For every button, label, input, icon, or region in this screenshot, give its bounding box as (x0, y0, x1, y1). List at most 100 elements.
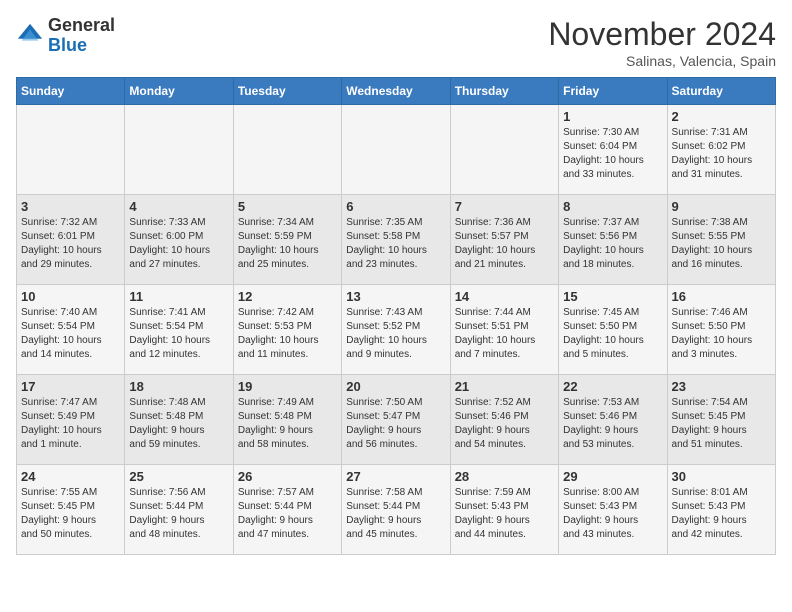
day-info: Sunrise: 7:49 AM Sunset: 5:48 PM Dayligh… (238, 396, 337, 452)
week-row-2: 3 Sunrise: 7:32 AM Sunset: 6:01 PM Daylig… (17, 195, 776, 285)
day-cell: 21Sunrise: 7:52 AM Sunset: 5:46 PM Dayli… (450, 375, 558, 465)
day-cell (125, 105, 233, 195)
day-cell: 3 Sunrise: 7:32 AM Sunset: 6:01 PM Daylig… (17, 195, 125, 285)
day-number: 25 (129, 469, 228, 484)
day-cell: 7 Sunrise: 7:36 AM Sunset: 5:57 PM Daylig… (450, 195, 558, 285)
day-cell: 5 Sunrise: 7:34 AM Sunset: 5:59 PM Daylig… (233, 195, 341, 285)
day-number: 6 (346, 199, 445, 214)
day-number: 11 (129, 289, 228, 304)
calendar-header: SundayMondayTuesdayWednesdayThursdayFrid… (17, 78, 776, 105)
header-cell-tuesday: Tuesday (233, 78, 341, 105)
day-number: 22 (563, 379, 662, 394)
day-number: 13 (346, 289, 445, 304)
week-row-5: 24Sunrise: 7:55 AM Sunset: 5:45 PM Dayli… (17, 465, 776, 555)
day-info: Sunrise: 7:47 AM Sunset: 5:49 PM Dayligh… (21, 396, 120, 452)
day-info: Sunrise: 7:38 AM Sunset: 5:55 PM Dayligh… (672, 216, 771, 272)
header-row: SundayMondayTuesdayWednesdayThursdayFrid… (17, 78, 776, 105)
day-number: 14 (455, 289, 554, 304)
header-cell-friday: Friday (559, 78, 667, 105)
header-cell-thursday: Thursday (450, 78, 558, 105)
day-number: 10 (21, 289, 120, 304)
title-block: November 2024 Salinas, Valencia, Spain (548, 16, 776, 69)
location-subtitle: Salinas, Valencia, Spain (548, 53, 776, 69)
day-number: 29 (563, 469, 662, 484)
day-info: Sunrise: 7:40 AM Sunset: 5:54 PM Dayligh… (21, 306, 120, 362)
header-cell-saturday: Saturday (667, 78, 775, 105)
day-cell: 6Sunrise: 7:35 AM Sunset: 5:58 PM Daylig… (342, 195, 450, 285)
day-cell: 15 Sunrise: 7:45 AM Sunset: 5:50 PM Dayli… (559, 285, 667, 375)
day-info: Sunrise: 7:42 AM Sunset: 5:53 PM Dayligh… (238, 306, 337, 362)
day-cell: 29Sunrise: 8:00 AM Sunset: 5:43 PM Dayli… (559, 465, 667, 555)
day-cell: 30Sunrise: 8:01 AM Sunset: 5:43 PM Dayli… (667, 465, 775, 555)
day-number: 28 (455, 469, 554, 484)
day-cell: 24Sunrise: 7:55 AM Sunset: 5:45 PM Dayli… (17, 465, 125, 555)
day-cell (342, 105, 450, 195)
day-number: 2 (672, 109, 771, 124)
logo-blue-text: Blue (48, 35, 87, 55)
day-info: Sunrise: 7:36 AM Sunset: 5:57 PM Dayligh… (455, 216, 554, 272)
calendar-body: 1Sunrise: 7:30 AM Sunset: 6:04 PM Daylig… (17, 105, 776, 555)
day-cell: 10 Sunrise: 7:40 AM Sunset: 5:54 PM Dayli… (17, 285, 125, 375)
header-cell-monday: Monday (125, 78, 233, 105)
day-cell: 12 Sunrise: 7:42 AM Sunset: 5:53 PM Dayli… (233, 285, 341, 375)
day-cell (450, 105, 558, 195)
day-cell (233, 105, 341, 195)
day-info: Sunrise: 7:46 AM Sunset: 5:50 PM Dayligh… (672, 306, 771, 362)
day-number: 21 (455, 379, 554, 394)
day-cell: 16Sunrise: 7:46 AM Sunset: 5:50 PM Dayli… (667, 285, 775, 375)
day-cell: 20 Sunrise: 7:50 AM Sunset: 5:47 PM Dayli… (342, 375, 450, 465)
day-number: 18 (129, 379, 228, 394)
day-info: Sunrise: 7:37 AM Sunset: 5:56 PM Dayligh… (563, 216, 662, 272)
header-cell-wednesday: Wednesday (342, 78, 450, 105)
day-info: Sunrise: 7:44 AM Sunset: 5:51 PM Dayligh… (455, 306, 554, 362)
day-info: Sunrise: 7:43 AM Sunset: 5:52 PM Dayligh… (346, 306, 445, 362)
day-cell: 9 Sunrise: 7:38 AM Sunset: 5:55 PM Daylig… (667, 195, 775, 285)
day-info: Sunrise: 7:53 AM Sunset: 5:46 PM Dayligh… (563, 396, 662, 452)
day-number: 19 (238, 379, 337, 394)
day-cell: 17 Sunrise: 7:47 AM Sunset: 5:49 PM Dayli… (17, 375, 125, 465)
day-number: 26 (238, 469, 337, 484)
day-number: 24 (21, 469, 120, 484)
day-number: 27 (346, 469, 445, 484)
week-row-1: 1Sunrise: 7:30 AM Sunset: 6:04 PM Daylig… (17, 105, 776, 195)
day-number: 5 (238, 199, 337, 214)
day-cell: 28 Sunrise: 7:59 AM Sunset: 5:43 PM Dayli… (450, 465, 558, 555)
day-cell: 18 Sunrise: 7:48 AM Sunset: 5:48 PM Dayli… (125, 375, 233, 465)
day-info: Sunrise: 7:57 AM Sunset: 5:44 PM Dayligh… (238, 486, 337, 542)
calendar-table: SundayMondayTuesdayWednesdayThursdayFrid… (16, 77, 776, 555)
day-info: Sunrise: 7:34 AM Sunset: 5:59 PM Dayligh… (238, 216, 337, 272)
day-number: 17 (21, 379, 120, 394)
page-header: General Blue November 2024 Salinas, Vale… (16, 16, 776, 69)
day-info: Sunrise: 7:45 AM Sunset: 5:50 PM Dayligh… (563, 306, 662, 362)
day-cell: 23Sunrise: 7:54 AM Sunset: 5:45 PM Dayli… (667, 375, 775, 465)
day-number: 8 (563, 199, 662, 214)
day-cell: 13 Sunrise: 7:43 AM Sunset: 5:52 PM Dayli… (342, 285, 450, 375)
day-info: Sunrise: 7:31 AM Sunset: 6:02 PM Dayligh… (672, 126, 771, 182)
day-cell: 1Sunrise: 7:30 AM Sunset: 6:04 PM Daylig… (559, 105, 667, 195)
week-row-3: 10 Sunrise: 7:40 AM Sunset: 5:54 PM Dayli… (17, 285, 776, 375)
day-number: 7 (455, 199, 554, 214)
day-cell: 25 Sunrise: 7:56 AM Sunset: 5:44 PM Dayli… (125, 465, 233, 555)
day-cell: 11 Sunrise: 7:41 AM Sunset: 5:54 PM Dayli… (125, 285, 233, 375)
day-number: 4 (129, 199, 228, 214)
header-cell-sunday: Sunday (17, 78, 125, 105)
day-info: Sunrise: 7:32 AM Sunset: 6:01 PM Dayligh… (21, 216, 120, 272)
day-cell: 26 Sunrise: 7:57 AM Sunset: 5:44 PM Dayli… (233, 465, 341, 555)
day-number: 1 (563, 109, 662, 124)
day-cell: 2 Sunrise: 7:31 AM Sunset: 6:02 PM Daylig… (667, 105, 775, 195)
day-info: Sunrise: 7:56 AM Sunset: 5:44 PM Dayligh… (129, 486, 228, 542)
day-number: 9 (672, 199, 771, 214)
day-number: 15 (563, 289, 662, 304)
day-number: 12 (238, 289, 337, 304)
day-info: Sunrise: 7:50 AM Sunset: 5:47 PM Dayligh… (346, 396, 445, 452)
logo-icon (16, 22, 44, 50)
day-info: Sunrise: 7:41 AM Sunset: 5:54 PM Dayligh… (129, 306, 228, 362)
day-cell: 22 Sunrise: 7:53 AM Sunset: 5:46 PM Dayli… (559, 375, 667, 465)
day-number: 20 (346, 379, 445, 394)
logo: General Blue (16, 16, 115, 56)
day-info: Sunrise: 7:48 AM Sunset: 5:48 PM Dayligh… (129, 396, 228, 452)
day-cell: 8 Sunrise: 7:37 AM Sunset: 5:56 PM Daylig… (559, 195, 667, 285)
week-row-4: 17 Sunrise: 7:47 AM Sunset: 5:49 PM Dayli… (17, 375, 776, 465)
day-info: Sunrise: 7:59 AM Sunset: 5:43 PM Dayligh… (455, 486, 554, 542)
day-number: 3 (21, 199, 120, 214)
